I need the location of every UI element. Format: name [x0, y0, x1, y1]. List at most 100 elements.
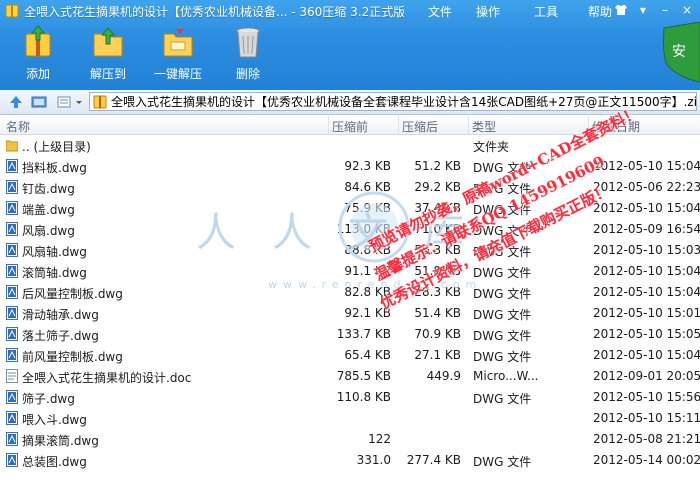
dwg-file-icon — [6, 243, 18, 257]
dwg-file-icon — [6, 264, 18, 278]
column-header: 名称 压缩前 压缩后 类型 修改日期 — [0, 116, 700, 135]
title-bar: 全喂入式花生摘果机的设计【优秀农业机械设备... - 360压缩 3.2正式版 … — [0, 0, 700, 22]
archive-path-field[interactable]: 全喂入式花生摘果机的设计【优秀农业机械设备全套课程毕业设计含14张CAD图纸+2… — [89, 92, 697, 111]
add-icon — [18, 24, 58, 60]
column-packed[interactable]: 压缩后 — [402, 118, 438, 135]
file-size: 91.1 KB — [344, 264, 391, 278]
view-list-icon[interactable] — [30, 94, 47, 110]
file-size: 92.1 KB — [344, 306, 391, 320]
column-divider[interactable] — [398, 116, 399, 134]
delete-label: 删除 — [235, 67, 260, 81]
dwg-file-icon — [6, 411, 18, 425]
extract-folder-icon — [88, 24, 128, 60]
skin-icon[interactable] — [614, 3, 628, 17]
file-size: 84.6 KB — [344, 180, 391, 194]
close-icon[interactable]: × — [680, 3, 694, 17]
file-type: DWG 文件 — [473, 161, 532, 175]
one-click-extract-icon — [158, 24, 198, 60]
file-row[interactable]: 全喂入式花生摘果机的设计.doc 785.5 KB 449.9 Micro...W..… — [0, 366, 700, 387]
file-row[interactable]: 挡料板.dwg 92.3 KB 51.2 KB DWG 文件 2012-05-10 15… — [0, 156, 700, 177]
column-name[interactable]: 名称 — [6, 118, 30, 135]
file-modified-date: 2012-05-06 22:23 — [593, 180, 700, 194]
menu-operation[interactable]: 操作 — [476, 3, 500, 20]
file-modified-date: 2012-05-10 15:04 — [593, 264, 700, 278]
address-bar: 全喂入式花生摘果机的设计【优秀农业机械设备全套课程毕业设计含14张CAD图纸+2… — [0, 90, 700, 115]
file-row[interactable]: 滑动轴承.dwg 92.1 KB 51.4 KB DWG 文件 2012-05-10 1… — [0, 303, 700, 324]
column-divider[interactable] — [588, 116, 589, 134]
column-divider[interactable] — [328, 116, 329, 134]
file-packed-size: 70.9 KB — [414, 327, 461, 341]
file-row[interactable]: 钉齿.dwg 84.6 KB 29.2 KB DWG 文件 2012-05-06 22:… — [0, 177, 700, 198]
file-packed-size: 27.1 KB — [414, 348, 461, 362]
dwg-file-icon — [6, 390, 18, 404]
file-size: 110.8 KB — [336, 390, 391, 404]
column-modified[interactable]: 修改日期 — [592, 118, 640, 135]
file-name: 后风量控制板.dwg — [22, 287, 123, 301]
file-row[interactable]: 总装图.dwg 331.0 277.4 KB DWG 文件 2012-05-14 00:… — [0, 450, 700, 471]
file-name: 滚筒轴.dwg — [22, 266, 87, 280]
file-size: 331.0 — [356, 453, 391, 467]
doc-file-icon — [6, 369, 18, 383]
file-name: 摘果滚筒.dwg — [22, 434, 99, 448]
file-type: DWG 文件 — [473, 350, 532, 364]
extract-to-button[interactable]: 解压到 — [78, 24, 138, 82]
file-type: DWG 文件 — [473, 329, 532, 343]
site-watermark-url: www.renrendoc.com — [268, 278, 483, 291]
site-watermark-text: 人人文库 — [196, 210, 500, 256]
file-row[interactable]: 摘果滚筒.dwg 122 2012-05-08 21:21 — [0, 429, 700, 450]
menu-file[interactable]: 文件 — [428, 3, 452, 20]
view-dropdown-icon[interactable] — [74, 94, 84, 110]
file-row[interactable]: 前风量控制板.dwg 65.4 KB 27.1 KB DWG 文件 2012-05-10… — [0, 345, 700, 366]
file-type: DWG 文件 — [473, 308, 532, 322]
file-packed-size: 277.4 KB — [406, 453, 461, 467]
security-shield-icon[interactable]: 安 — [660, 21, 700, 88]
app-logo-icon — [4, 3, 20, 19]
extract-to-label: 解压到 — [89, 67, 126, 81]
column-divider[interactable] — [468, 116, 469, 134]
view-detail-icon[interactable] — [56, 94, 72, 110]
up-arrow-icon[interactable] — [8, 94, 24, 110]
file-name: 落土筛子.dwg — [22, 329, 99, 343]
minimize-icon[interactable]: – — [658, 3, 672, 17]
add-label: 添加 — [25, 67, 50, 81]
file-size: 92.3 KB — [344, 159, 391, 173]
file-row[interactable]: 筛子.dwg 110.8 KB DWG 文件 2012-05-10 15:56 — [0, 387, 700, 408]
toolbar: 添加 解压到 一键解压 删除 — [0, 24, 600, 86]
file-name: 喂入斗.dwg — [22, 413, 87, 427]
delete-button[interactable]: 删除 — [218, 24, 278, 82]
file-modified-date: 2012-05-10 15:04 — [593, 285, 700, 299]
file-packed-size: 449.9 — [426, 369, 461, 383]
file-modified-date: 2012-05-10 15:04 — [593, 159, 700, 173]
dwg-file-icon — [6, 348, 18, 362]
file-name: 滑动轴承.dwg — [22, 308, 99, 322]
folder-icon — [5, 138, 19, 152]
menu-tools[interactable]: 工具 — [534, 3, 558, 20]
dwg-file-icon — [6, 327, 18, 341]
file-row[interactable]: 落土筛子.dwg 133.7 KB 70.9 KB DWG 文件 2012-05-10 … — [0, 324, 700, 345]
trash-icon — [228, 24, 268, 60]
file-size: 133.7 KB — [336, 327, 391, 341]
file-name: 风扇轴.dwg — [22, 245, 87, 259]
file-name: 挡料板.dwg — [22, 161, 87, 175]
column-size[interactable]: 压缩前 — [332, 118, 368, 135]
one-click-extract-button[interactable]: 一键解压 — [148, 24, 208, 82]
file-modified-date: 2012-05-09 16:54 — [593, 222, 700, 236]
svg-text:安: 安 — [672, 44, 686, 60]
dwg-file-icon — [6, 180, 18, 194]
file-type: Micro...W... — [473, 369, 539, 383]
file-type: DWG 文件 — [473, 182, 532, 196]
file-row[interactable]: 喂入斗.dwg 2012-05-10 15:11 — [0, 408, 700, 429]
file-size: 65.4 KB — [344, 348, 391, 362]
file-type: DWG 文件 — [473, 455, 532, 469]
file-name: 风扇.dwg — [22, 224, 75, 238]
archive-path-text: 全喂入式花生摘果机的设计【优秀农业机械设备全套课程毕业设计含14张CAD图纸+2… — [111, 95, 697, 109]
dwg-file-icon — [6, 201, 18, 215]
file-modified-date: 2012-05-10 15:11 — [593, 411, 700, 425]
add-button[interactable]: 添加 — [8, 24, 68, 82]
window-controls: ▾ – × — [614, 3, 694, 17]
column-type[interactable]: 类型 — [472, 118, 496, 135]
parent-directory-row[interactable]: .. (上级目录) 文件夹 — [0, 135, 700, 156]
menu-help[interactable]: 帮助 — [588, 3, 612, 20]
file-packed-size: 51.8 KB — [414, 264, 461, 278]
menu-dropdown-icon[interactable]: ▾ — [636, 3, 650, 17]
